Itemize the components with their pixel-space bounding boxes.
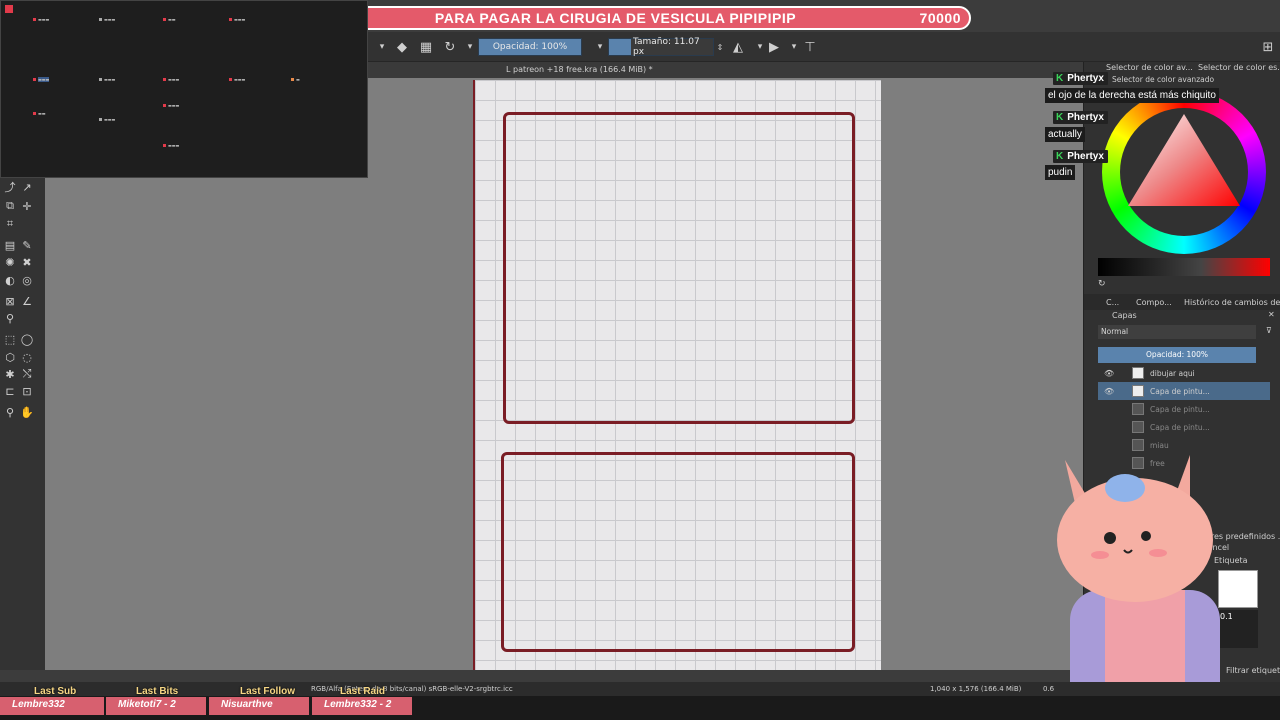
chat-message: el ojo de la derecha está más chiquito <box>1045 88 1219 103</box>
smart-patch-icon[interactable]: ✖ <box>20 255 34 269</box>
task-card[interactable]: ▬▬▬ <box>163 103 211 108</box>
tab-compositions[interactable]: Compo... <box>1136 298 1172 307</box>
layers-title: Capas <box>1112 311 1137 320</box>
toolbox: ⤴ ↗ ⧉ ✛ ⌗ ▤ ✎ ✺ ✖ ◐ ◎ ⊠ ∠ ⚲ ⬚ ◯ ⬡ ◌ ✱ ⤭ … <box>0 178 45 670</box>
wrap-around-icon[interactable]: ⊤ <box>802 39 818 55</box>
mirror-vertical-icon[interactable]: ▶ <box>766 39 782 55</box>
last-raid-value: Lembre332 - 2 <box>312 697 412 715</box>
chat-username: K Phertyx <box>1053 72 1108 85</box>
color-wheel[interactable] <box>1102 90 1266 254</box>
bezier-select-icon[interactable]: ⊏ <box>3 384 17 398</box>
transform-icon[interactable]: ⧉ <box>3 199 17 213</box>
layer-opacity-slider[interactable]: Opacidad: 100% <box>1098 347 1256 363</box>
tab-history[interactable]: Histórico de cambios de... <box>1184 298 1280 307</box>
assistant-icon[interactable]: ⊠ <box>3 294 17 308</box>
gradient-icon[interactable]: ▤ <box>3 238 17 252</box>
layer-row-selected[interactable]: 👁 Capa de pintu... <box>1098 382 1270 400</box>
chat-message: actually <box>1045 127 1085 142</box>
pan-icon[interactable]: ✋ <box>20 405 34 419</box>
last-raid-label: Last Raid <box>340 686 386 697</box>
reset-icon[interactable]: ↻ <box>442 39 458 55</box>
close-icon[interactable]: ✕ <box>1268 310 1275 319</box>
move-icon[interactable]: ✛ <box>20 199 34 213</box>
task-card[interactable]: ▬▬▬ <box>163 143 211 148</box>
maximize-icon[interactable]: ⊞ <box>1260 39 1276 55</box>
layer-row[interactable]: 👁 dibujar aqui <box>1098 364 1270 382</box>
image-dimensions: 1,040 x 1,576 (166.4 MiB) <box>930 685 1022 693</box>
blend-mode-select[interactable]: Normal <box>1098 325 1256 339</box>
last-bits-label: Last Bits <box>136 686 179 697</box>
freehand-path-icon[interactable]: ↗ <box>20 180 34 194</box>
measure-icon[interactable]: ∠ <box>20 294 34 308</box>
layer-row[interactable]: Capa de pintu... <box>1098 418 1270 436</box>
similar-select-icon[interactable]: ⤭ <box>20 367 34 381</box>
alpha-lock-icon[interactable]: ▦ <box>418 39 434 55</box>
enclose-fill-icon[interactable]: ◎ <box>20 273 34 287</box>
color-picker-icon[interactable]: ✎ <box>20 238 34 252</box>
task-card[interactable]: ▬▬▬ <box>229 77 277 82</box>
size-slider[interactable]: Tamaño: 11.07 px <box>608 37 714 57</box>
chat-username: K Phertyx <box>1053 111 1108 124</box>
comic-panel-top <box>503 112 855 424</box>
task-card[interactable]: ▬▬ <box>163 17 211 22</box>
color-triangle[interactable] <box>1120 108 1248 236</box>
dropdown-arrow-icon[interactable]: ▾ <box>374 39 390 55</box>
filter-icon[interactable]: ⊽ <box>1266 326 1272 335</box>
dropdown-arrow-icon[interactable]: ▾ <box>786 39 802 55</box>
reference-icon[interactable]: ⚲ <box>3 311 17 325</box>
zoom-icon[interactable]: ⚲ <box>3 405 17 419</box>
paper-canvas[interactable] <box>473 80 881 670</box>
freehand-select-icon[interactable]: ◌ <box>20 350 34 364</box>
task-card[interactable]: ▬ <box>291 77 339 82</box>
chat-username: K Phertyx <box>1053 150 1108 163</box>
tab-layers-c[interactable]: C... <box>1106 298 1119 307</box>
task-card[interactable]: ▬▬▬ <box>99 77 147 82</box>
task-card[interactable]: ▬▬▬ <box>33 77 81 82</box>
magnetic-select-icon[interactable]: ⊡ <box>20 384 34 398</box>
last-sub-value: Lembre332 <box>0 697 104 715</box>
rect-select-icon[interactable]: ⬚ <box>3 332 17 346</box>
last-bits-value: Miketoti7 - 2 <box>106 697 206 715</box>
vtuber-avatar <box>1057 455 1220 720</box>
last-follow-label: Last Follow <box>240 686 295 697</box>
ellipse-select-icon[interactable]: ◯ <box>20 332 34 346</box>
task-card[interactable]: ▬▬▬ <box>163 77 211 82</box>
fill-icon[interactable]: ◐ <box>3 273 17 287</box>
spinbox-arrows-icon[interactable]: ⇕ <box>712 39 728 55</box>
last-follow-value: Nisuarthve <box>209 697 309 715</box>
color-history-strip[interactable] <box>1098 258 1270 276</box>
goal-message: PARA PAGAR LA CIRUGIA DE VESICULA PIPIPI… <box>434 10 797 26</box>
task-card[interactable]: ▬▬▬ <box>99 17 147 22</box>
refresh-icon[interactable]: ↻ <box>1098 279 1106 289</box>
zoom-level[interactable]: 0.6 <box>1043 685 1054 693</box>
eraser-icon[interactable]: ◆ <box>394 39 410 55</box>
colorize-mask-icon[interactable]: ✺ <box>3 255 17 269</box>
overlay-window: ▬▬▬ ▬▬▬ ▬▬ ▬▬▬ ▬▬▬ ▬▬▬ ▬▬▬ ▬▬▬ ▬ ▬▬ ▬▬▬ … <box>0 0 368 178</box>
layer-row[interactable]: Capa de pintu... <box>1098 400 1270 418</box>
dropdown-arrow-icon[interactable]: ▾ <box>462 39 478 55</box>
last-sub-label: Last Sub <box>34 686 77 697</box>
crop-icon[interactable]: ⌗ <box>3 217 17 231</box>
color-panel-title: Selector de color avanzado <box>1112 75 1215 84</box>
app-icon <box>5 5 13 13</box>
status-bar: RGB/Alfa (Entero de 8 bits/canal) sRGB-e… <box>0 682 1280 696</box>
tab-color-advanced[interactable]: Selector de color av... <box>1106 63 1193 72</box>
polygon-select-icon[interactable]: ⬡ <box>3 350 17 364</box>
mirror-horizontal-icon[interactable]: ◭ <box>730 39 746 55</box>
chat-message: pudin <box>1045 165 1076 180</box>
bezier-tool-icon[interactable]: ⤴ <box>3 180 17 194</box>
tab-color-specific[interactable]: Selector de color es... <box>1198 63 1280 72</box>
comic-panel-bottom <box>501 452 855 652</box>
opacity-slider[interactable]: Opacidad: 100% <box>478 38 582 56</box>
dropdown-arrow-icon[interactable]: ▾ <box>592 39 608 55</box>
task-card[interactable]: ▬▬▬ <box>229 17 277 22</box>
goal-target: 70000 <box>919 10 961 26</box>
task-card[interactable]: ▬▬▬ <box>33 17 81 22</box>
task-card[interactable]: ▬▬▬ <box>99 117 147 122</box>
magic-wand-icon[interactable]: ✱ <box>3 367 17 381</box>
task-card[interactable]: ▬▬ <box>33 111 81 116</box>
document-title: L patreon +18 free.kra (166.4 MiB) * <box>370 62 1070 78</box>
